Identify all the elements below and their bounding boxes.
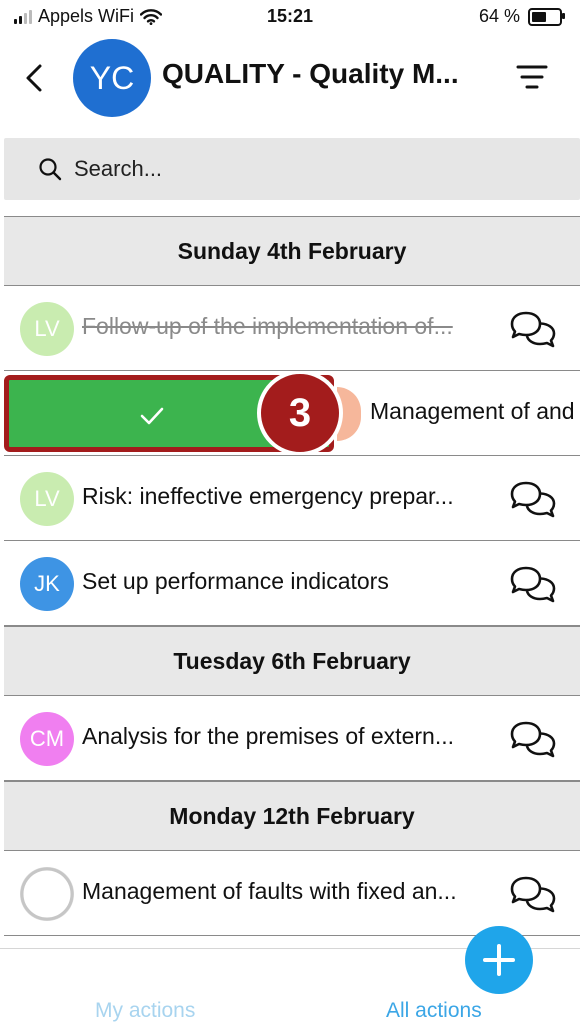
avatar: LV [20, 302, 74, 356]
action-row[interactable]: LV Risk: ineffective emergency prepar... [4, 456, 580, 541]
action-title: Risk: ineffective emergency prepar... [82, 483, 454, 509]
battery-icon [528, 7, 565, 26]
action-title: Analysis for the premises of extern... [82, 723, 454, 749]
date-section-header: Tuesday 6th February [4, 626, 580, 696]
search-input[interactable] [74, 152, 554, 186]
header: YC QUALITY - Quality M... [0, 32, 580, 132]
action-title: Management of and [370, 398, 575, 424]
plus-icon [483, 944, 515, 976]
action-row[interactable]: JK Set up performance indicators [4, 541, 580, 626]
avatar: LV [20, 472, 74, 526]
search-icon [39, 158, 62, 181]
avatar: JK [20, 557, 74, 611]
comments-icon[interactable] [508, 480, 558, 520]
step-number-badge: 3 [257, 371, 343, 455]
tab-my-actions[interactable]: My actions [95, 999, 195, 1023]
add-action-button[interactable] [465, 926, 533, 994]
action-row[interactable]: CM Analysis for the premises of extern..… [4, 696, 580, 781]
action-row[interactable]: Management of faults with fixed an... [4, 851, 580, 936]
back-chevron-icon[interactable] [20, 60, 50, 96]
comments-icon[interactable] [508, 720, 558, 760]
search-bar[interactable] [4, 138, 580, 200]
comments-icon[interactable] [508, 310, 558, 350]
action-row[interactable]: LV Follow-up of the implementation of... [4, 286, 580, 371]
user-placeholder-avatar-icon [20, 867, 74, 921]
date-section-header: Sunday 4th February [4, 216, 580, 286]
project-avatar[interactable]: YC [73, 39, 151, 117]
action-title: Management of faults with fixed an... [82, 878, 457, 904]
tab-all-actions[interactable]: All actions [386, 999, 482, 1023]
actions-list: Sunday 4th February LV Follow-up of the … [4, 216, 580, 936]
battery-percent: 64 % [478, 6, 520, 26]
date-section-header: Monday 12th February [4, 781, 580, 851]
action-row-swiped[interactable]: 3 Management of and [4, 371, 580, 456]
status-bar: Appels WiFi 15:21 64 % [0, 0, 580, 32]
comments-icon[interactable] [508, 875, 558, 915]
comments-icon[interactable] [508, 565, 558, 605]
filter-icon[interactable] [515, 62, 549, 92]
page-title: QUALITY - Quality M... [162, 58, 459, 89]
action-title: Follow-up of the implementation of... [82, 313, 453, 339]
check-icon [140, 407, 164, 425]
avatar: CM [20, 712, 74, 766]
action-title: Set up performance indicators [82, 568, 389, 594]
